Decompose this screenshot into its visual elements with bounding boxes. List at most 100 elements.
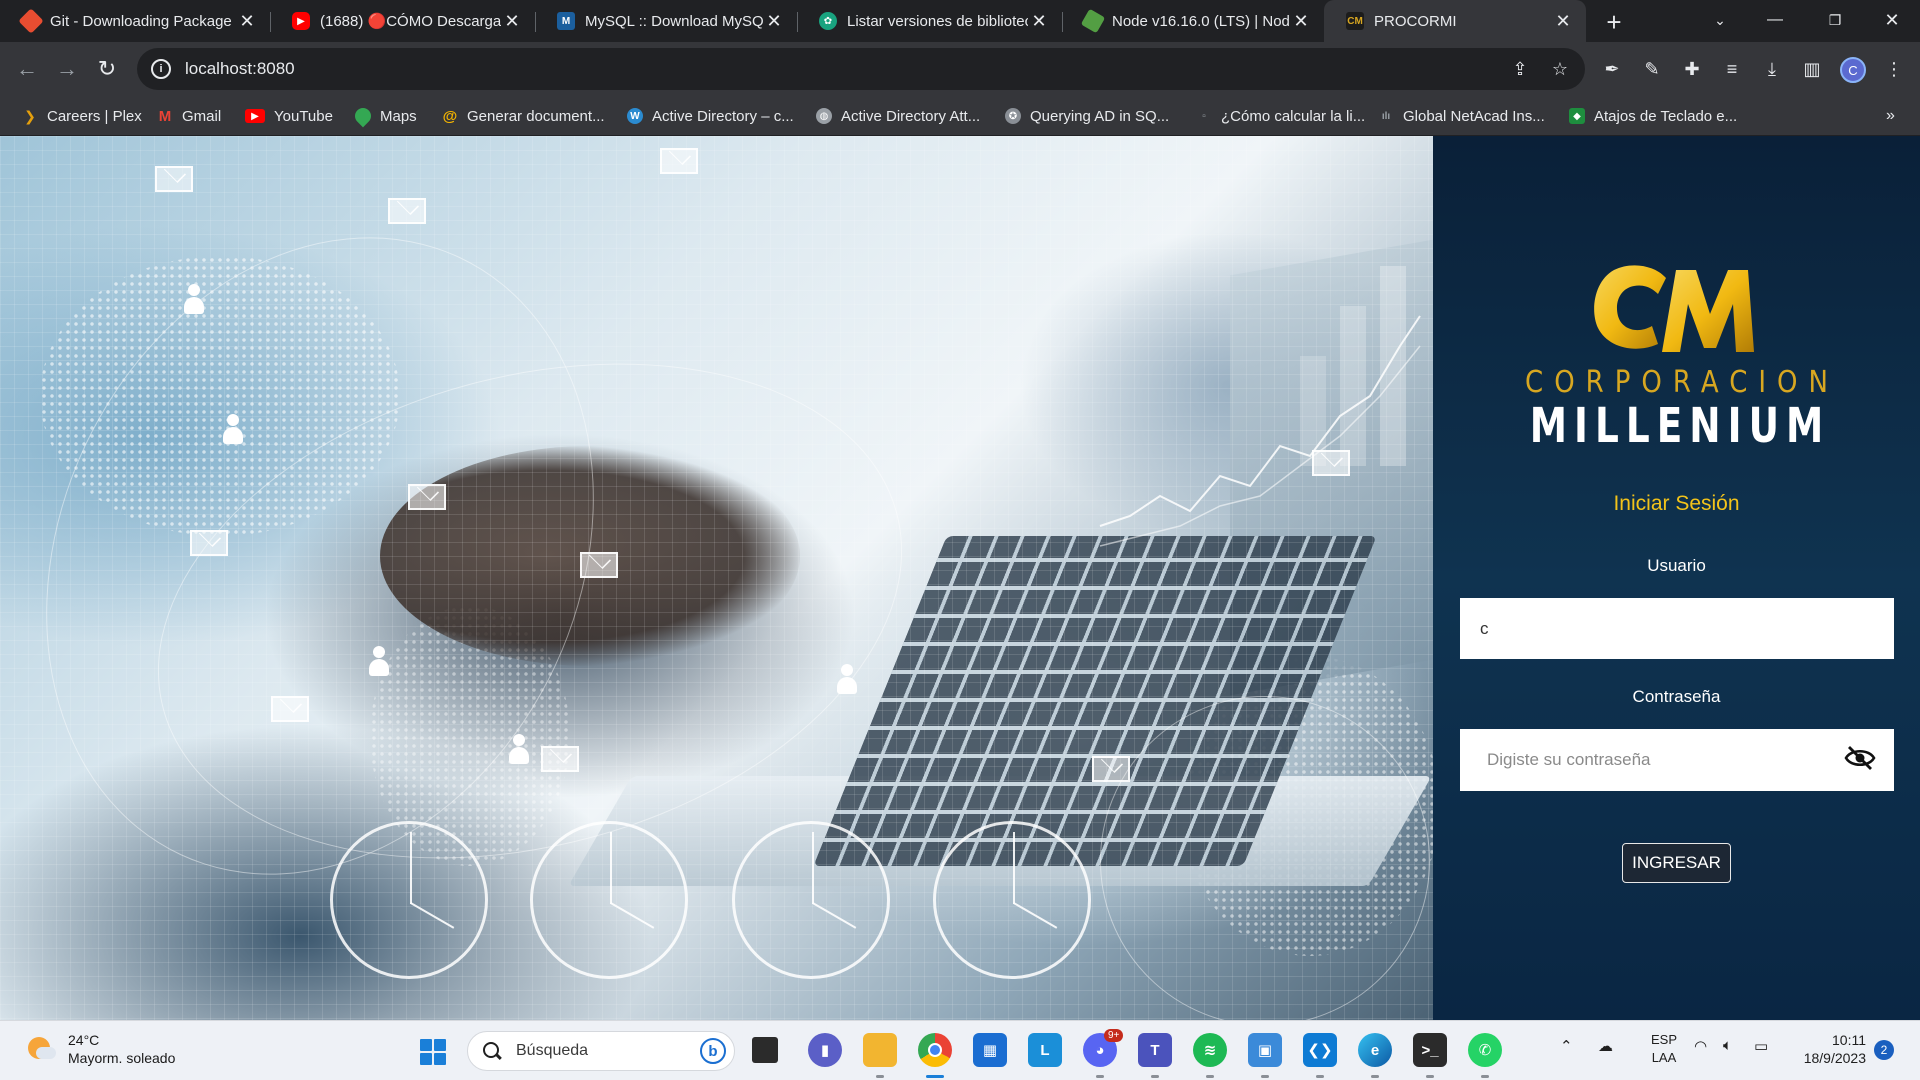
teams-icon[interactable]: T: [1138, 1033, 1172, 1067]
bookmark-label: Active Directory Att...: [841, 107, 981, 125]
tab-procormi[interactable]: CM PROCORMI ✕: [1324, 0, 1586, 42]
file-explorer-icon[interactable]: [863, 1033, 897, 1067]
tab-title: Listar versiones de bibliotec: [847, 12, 1028, 30]
plex-icon: ❯: [24, 107, 36, 124]
wifi-icon[interactable]: ◠: [1694, 1037, 1707, 1055]
teams-chat-icon[interactable]: ▮: [808, 1033, 842, 1067]
bookmark-maps[interactable]: Maps: [351, 104, 417, 128]
forward-button[interactable]: →: [51, 53, 83, 85]
bookmark-label: Global NetAcad Ins...: [1403, 107, 1545, 125]
login-submit-button[interactable]: INGRESAR: [1622, 843, 1731, 883]
bookmark-label: Careers | Plex: [47, 107, 142, 125]
lang-layout: LAA: [1651, 1050, 1677, 1065]
windows-start-icon[interactable]: [420, 1039, 446, 1065]
battery-icon[interactable]: ▭: [1754, 1037, 1768, 1055]
menu-kebab-icon[interactable]: ⋮: [1880, 55, 1908, 83]
tab-youtube[interactable]: ▶ (1688) 🔴CÓMO Descargar ✕: [270, 0, 535, 42]
notification-count-badge[interactable]: 2: [1874, 1040, 1894, 1060]
back-button[interactable]: ←: [11, 53, 43, 85]
tray-overflow-chevron-icon[interactable]: ⌃: [1560, 1037, 1573, 1055]
minimize-button[interactable]: —: [1745, 0, 1805, 40]
blank-page-icon: ▫: [1202, 110, 1206, 122]
badge-icon: ✪: [1005, 108, 1021, 124]
bookmark-label: Maps: [380, 107, 417, 125]
tab-title: MySQL :: Download MySQL: [585, 12, 763, 30]
close-icon[interactable]: ✕: [763, 10, 785, 32]
download-icon[interactable]: ⤓: [1758, 55, 1786, 83]
tab-title: (1688) 🔴CÓMO Descargar: [320, 13, 501, 30]
bookmark-label: YouTube: [274, 107, 333, 125]
whatsapp-icon[interactable]: ✆: [1468, 1033, 1502, 1067]
tab-node[interactable]: Node v16.16.0 (LTS) | Node ✕: [1062, 0, 1324, 42]
bing-icon[interactable]: b: [700, 1038, 726, 1064]
close-icon[interactable]: ✕: [236, 10, 258, 32]
close-icon[interactable]: ✕: [1028, 10, 1050, 32]
username-input[interactable]: [1460, 598, 1894, 659]
chrome-icon[interactable]: [918, 1033, 952, 1067]
extensions-puzzle-icon[interactable]: ✚: [1678, 55, 1706, 83]
side-panel-icon[interactable]: ▥: [1798, 55, 1826, 83]
bookmarks-overflow-chevron-icon[interactable]: »: [1886, 105, 1895, 127]
vscode-icon[interactable]: ❮❯: [1303, 1033, 1337, 1067]
close-icon[interactable]: ✕: [501, 10, 523, 32]
bookmark-netacad[interactable]: ılı Global NetAcad Ins...: [1378, 105, 1545, 127]
address-bar[interactable]: i localhost:8080 ⇪ ☆: [137, 48, 1585, 90]
bookmark-generar[interactable]: @ Generar document...: [442, 105, 605, 127]
bookmark-ad-1[interactable]: W Active Directory – c...: [627, 105, 794, 127]
bookmarks-bar: ❯ Careers | Plex M Gmail ▶ YouTube Maps @ Ge…: [0, 96, 1920, 136]
tab-search-chevron-icon[interactable]: ⌄: [1690, 0, 1750, 40]
task-view-icon[interactable]: [752, 1037, 778, 1063]
swirl-icon: @: [442, 107, 458, 125]
edge-icon[interactable]: e: [1358, 1033, 1392, 1067]
url-text[interactable]: localhost:8080: [185, 59, 295, 79]
close-icon[interactable]: ✕: [1290, 10, 1312, 32]
weather-widget[interactable]: 24°C Mayorm. soleado: [24, 1031, 175, 1067]
login-title: Iniciar Sesión: [1613, 492, 1740, 515]
taskbar-search[interactable]: Búsqueda b: [467, 1031, 735, 1071]
share-icon[interactable]: ⇪: [1508, 57, 1532, 81]
git-icon: [18, 8, 44, 34]
new-tab-button[interactable]: +: [1598, 6, 1630, 38]
clock-date: 18/9/2023: [1803, 1050, 1866, 1066]
tab-title: Git - Downloading Package: [50, 12, 232, 30]
bookmark-atajos[interactable]: ◆ Atajos de Teclado e...: [1569, 105, 1737, 127]
eyedropper-icon[interactable]: ✎: [1638, 55, 1666, 83]
reload-button[interactable]: ↻: [91, 53, 123, 85]
tab-git[interactable]: Git - Downloading Package ✕: [0, 0, 270, 42]
toggle-password-visibility-icon[interactable]: [1843, 741, 1877, 775]
restore-button[interactable]: ❐: [1805, 0, 1865, 40]
bookmark-ad-2[interactable]: ◍ Active Directory Att...: [816, 105, 980, 127]
close-icon[interactable]: ✕: [1552, 10, 1574, 32]
site-info-icon[interactable]: i: [151, 59, 171, 79]
bookmark-label: Generar document...: [467, 107, 605, 125]
bookmark-youtube[interactable]: ▶ YouTube: [245, 105, 333, 127]
onedrive-sync-icon[interactable]: ☁: [1598, 1037, 1613, 1055]
youtube-icon: ▶: [245, 109, 265, 123]
extension-pin-icon[interactable]: ✒: [1598, 55, 1626, 83]
bookmark-label: Atajos de Teclado e...: [1594, 107, 1738, 125]
password-input[interactable]: [1460, 729, 1894, 791]
close-window-button[interactable]: ✕: [1862, 0, 1920, 40]
bookmark-querying-ad[interactable]: ✪ Querying AD in SQ...: [1005, 105, 1169, 127]
spotify-icon[interactable]: ≋: [1193, 1033, 1227, 1067]
bookmark-star-icon[interactable]: ☆: [1548, 57, 1572, 81]
browser-toolbar: ← → ↻ i localhost:8080 ⇪ ☆ ✒ ✎ ✚ ≡ ⤓ ▥ C…: [0, 42, 1920, 96]
partly-sunny-icon: [24, 1033, 56, 1065]
terminal-icon[interactable]: >_: [1413, 1033, 1447, 1067]
input-language[interactable]: ESP LAA: [1644, 1031, 1684, 1067]
microsoft-store-icon[interactable]: ▦: [973, 1033, 1007, 1067]
remote-desktop-icon[interactable]: ▣: [1248, 1033, 1282, 1067]
excel-icon: ◆: [1569, 108, 1585, 124]
volume-icon[interactable]: 🔈︎: [1723, 1037, 1732, 1054]
reading-list-icon[interactable]: ≡: [1718, 55, 1746, 83]
tab-chatgpt[interactable]: ✿ Listar versiones de bibliotec ✕: [797, 0, 1062, 42]
login-panel: CORPORACION MILLENIUM Iniciar Sesión Usu…: [1433, 136, 1920, 1020]
tab-mysql[interactable]: M MySQL :: Download MySQL ✕: [535, 0, 797, 42]
bookmark-calcular[interactable]: ▫ ¿Cómo calcular la li...: [1196, 105, 1365, 127]
lightshot-l-icon[interactable]: L: [1028, 1033, 1062, 1067]
taskbar-clock[interactable]: 10:11 18/9/2023: [1786, 1031, 1866, 1067]
profile-avatar[interactable]: C: [1840, 57, 1866, 83]
bookmark-plex[interactable]: ❯ Careers | Plex: [22, 105, 142, 127]
bookmark-gmail[interactable]: M Gmail: [157, 105, 221, 127]
search-placeholder: Búsqueda: [516, 1042, 589, 1059]
